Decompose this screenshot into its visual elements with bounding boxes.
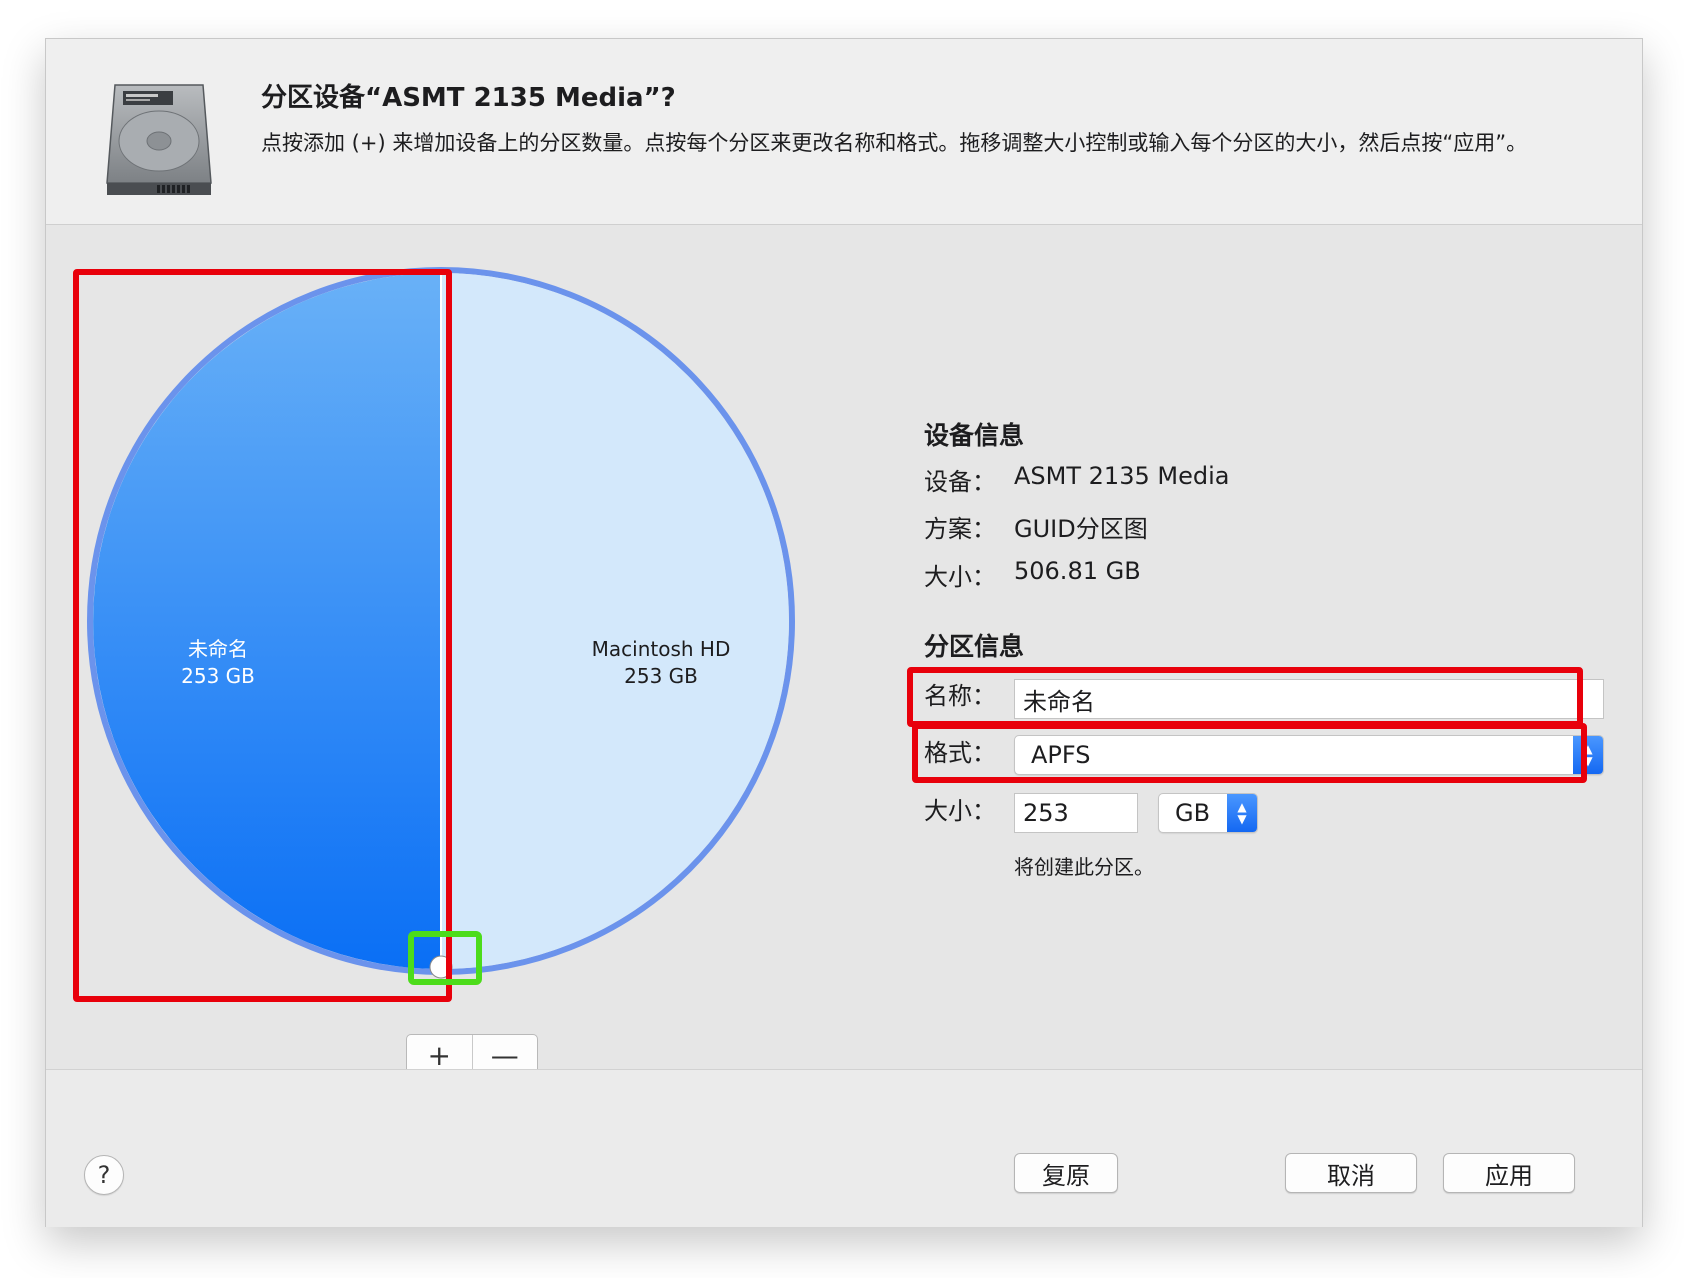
unit-chevron-updown-icon: ▲ ▼: [1227, 794, 1257, 832]
pie-label-macintosh-hd: Macintosh HD 253 GB: [571, 636, 751, 690]
device-size-label: 大小：: [924, 563, 996, 591]
device-info-heading: 设备信息: [924, 421, 1025, 450]
pie-label-macintosh-hd-size: 253 GB: [624, 664, 698, 688]
partition-pie-area: 未命名 253 GB Macintosh HD 253 GB: [46, 224, 846, 1144]
help-button[interactable]: ?: [84, 1155, 124, 1195]
device-value: ASMT 2135 Media: [1014, 462, 1230, 490]
cancel-button[interactable]: 取消: [1285, 1153, 1417, 1193]
highlight-format-field: [912, 723, 1587, 783]
partition-size-label: 大小：: [924, 797, 996, 825]
apply-button[interactable]: 应用: [1443, 1153, 1575, 1193]
dialog-header: 分区设备“ASMT 2135 Media”? 点按添加 (+) 来增加设备上的分…: [46, 39, 1642, 225]
dialog-footer: [46, 1069, 1642, 1227]
partition-info-heading: 分区信息: [924, 632, 1025, 661]
partition-size-field[interactable]: 253: [1014, 793, 1138, 833]
pie-label-macintosh-hd-name: Macintosh HD: [591, 637, 731, 661]
partition-size-unit-select[interactable]: GB ▲ ▼: [1158, 793, 1258, 833]
hard-disk-icon: [106, 84, 212, 195]
highlight-resize-handle: [408, 931, 482, 985]
partition-status-note: 将创建此分区。: [1014, 855, 1154, 879]
partition-dialog: 分区设备“ASMT 2135 Media”? 点按添加 (+) 来增加设备上的分…: [45, 38, 1643, 1227]
partition-size-unit-value: GB: [1175, 799, 1211, 827]
device-size-value: 506.81 GB: [1014, 557, 1141, 585]
highlight-selected-partition: [73, 269, 452, 1002]
scheme-label: 方案：: [924, 515, 996, 543]
revert-button[interactable]: 复原: [1014, 1153, 1118, 1193]
dialog-title: 分区设备“ASMT 2135 Media”?: [261, 83, 676, 113]
dialog-subtitle: 点按添加 (+) 来增加设备上的分区数量。点按每个分区来更改名称和格式。拖移调整…: [261, 131, 1528, 155]
highlight-name-field: [907, 667, 1583, 727]
pie-slice-macintosh-hd[interactable]: [441, 273, 789, 969]
device-label: 设备：: [924, 468, 996, 496]
scheme-value: GUID分区图: [1014, 515, 1148, 543]
